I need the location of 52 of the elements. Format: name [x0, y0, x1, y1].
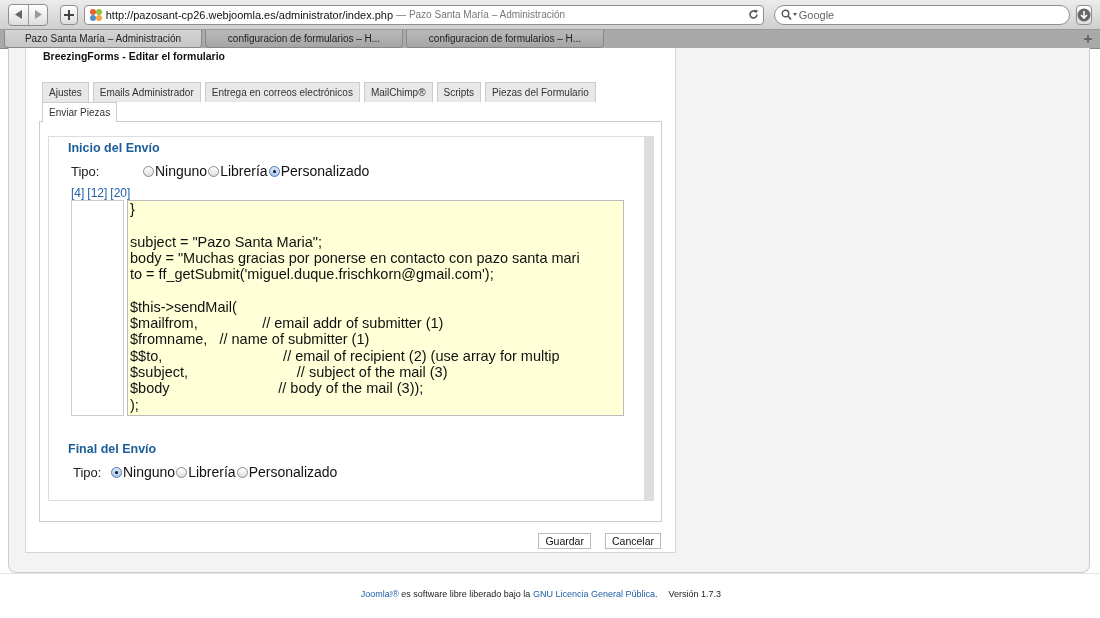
version-text: Versión 1.7.3 — [668, 589, 721, 599]
page-heading: BreezingForms - Editar el formulario — [43, 50, 227, 62]
address-bar[interactable]: http://pazosant-cp26.webjoomla.es/administrator/index.php — Pazo Santa María – Administración — [83, 4, 764, 25]
radio-button[interactable] — [268, 165, 280, 177]
footer-text: Joomla!® es software libre liberado bajo la GNU Licencia General Pública. — [360, 589, 658, 599]
new-tab-icon[interactable] — [1084, 35, 1092, 43]
radio-button[interactable] — [208, 165, 220, 177]
search-icon — [780, 9, 797, 20]
search-input[interactable]: Google — [798, 8, 1063, 21]
size-link[interactable]: [20] — [110, 187, 131, 200]
section-title: Final del Envío — [68, 442, 158, 456]
site-logo-icon — [88, 7, 103, 22]
url-text: http://pazosant-cp26.webjoomla.es/administrator/index.php — [105, 8, 394, 21]
radio-label[interactable]: Personalizado — [280, 163, 370, 179]
size-link[interactable]: [12] — [87, 187, 108, 200]
browser-tab[interactable]: configuracion de formularios – H... — [406, 30, 604, 48]
plus-icon — [63, 9, 74, 20]
form-tab[interactable]: Entrega en correos electrónicos — [204, 82, 360, 102]
radio-label[interactable]: Ninguno — [123, 464, 176, 480]
downloads-button[interactable] — [1075, 4, 1092, 25]
code-editor[interactable]: } subject = "Pazo Santa Maria"; body = "Muchas gracias por ponerse en contacto con pazo santa mari to = ff_getSubmit('miguel.duque.frischkorn@gmail.com'); $this->sendMail( $mailfrom, // email addr of submitter (1) $fromname, // name of submitter (1) $$to, // email of recipient (2) (use array for multip $subject, // subject of the mail (3) $body // body of the mail (3)); ); — [127, 200, 624, 416]
form-tab[interactable]: Emails Administrador — [92, 82, 201, 102]
form-tab[interactable]: MailChimp® — [363, 82, 433, 102]
radio-label[interactable]: Ninguno — [155, 163, 208, 179]
add-bookmark-button[interactable] — [60, 4, 78, 25]
back-icon — [14, 10, 23, 19]
radio-button[interactable] — [143, 165, 154, 177]
type-label: Tipo: — [72, 464, 103, 480]
page-title: — Pazo Santa María – Administración — [396, 9, 566, 20]
joomla-link[interactable]: Joomla!® — [360, 589, 399, 599]
browser-tab[interactable]: Pazo Santa María – Administración — [4, 30, 202, 48]
radio-button[interactable] — [176, 466, 188, 478]
radio-label[interactable]: Personalizado — [248, 464, 338, 480]
form-tab[interactable]: Piezas del Formulario — [485, 82, 596, 102]
radio-label[interactable]: Librería — [220, 163, 268, 179]
form-tab[interactable]: Scripts — [436, 82, 482, 102]
download-icon — [1076, 7, 1091, 22]
radio-button[interactable] — [111, 466, 122, 478]
browser-tab[interactable]: configuracion de formularios – H... — [205, 30, 403, 48]
form-tab[interactable]: Enviar Piezas — [42, 102, 118, 122]
license-link[interactable]: GNU Licencia General Pública — [532, 589, 655, 599]
radio-label[interactable]: Librería — [188, 464, 236, 480]
section-title: Inicio del Envío — [68, 141, 161, 155]
forward-icon — [34, 10, 42, 19]
radio-button[interactable] — [236, 466, 248, 478]
search-field[interactable]: Google — [773, 4, 1070, 25]
action-button[interactable]: Guardar — [538, 533, 591, 549]
action-button[interactable]: Cancelar — [604, 533, 661, 549]
reload-icon[interactable] — [747, 9, 759, 20]
type-label: Tipo: — [70, 163, 101, 179]
form-tab[interactable]: Ajustes — [42, 82, 89, 102]
size-link[interactable]: [4] — [71, 187, 85, 200]
